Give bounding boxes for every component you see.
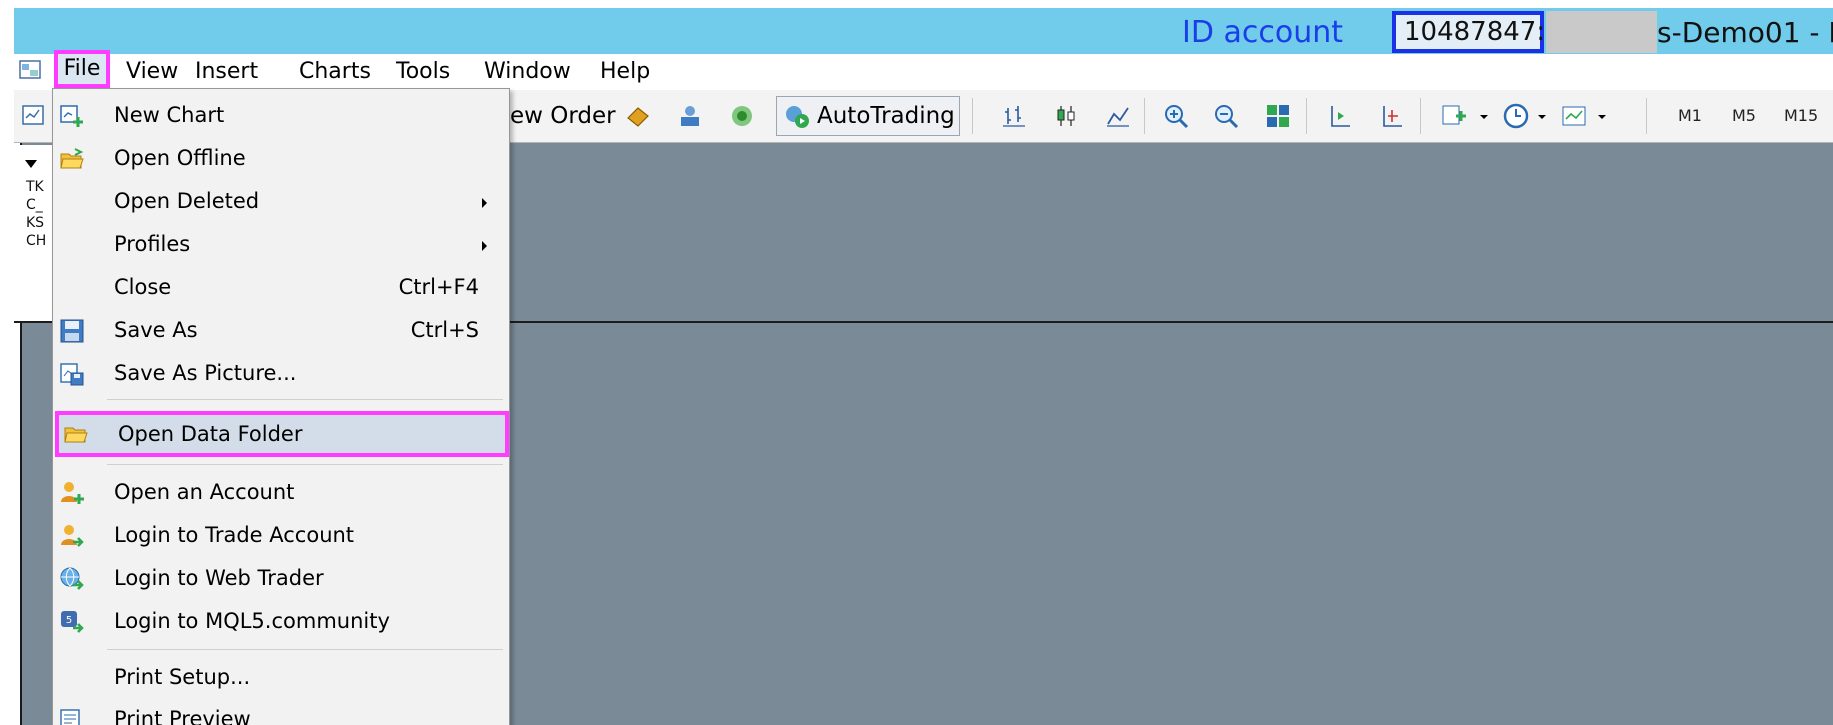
menu-help[interactable]: Help bbox=[600, 57, 650, 87]
mql5-icon: 5 bbox=[61, 611, 84, 633]
menu-item-label: Open Deleted bbox=[114, 189, 260, 213]
autotrading-button[interactable]: AutoTrading bbox=[776, 96, 960, 136]
timeframe-m1[interactable]: M1 bbox=[1678, 106, 1702, 125]
submenu-arrow-icon bbox=[482, 241, 487, 251]
user-login-icon bbox=[61, 525, 84, 547]
menu-item-label: Login to Web Trader bbox=[114, 566, 324, 590]
menu-item-label: Open Data Folder bbox=[118, 422, 303, 446]
folder-icon bbox=[64, 427, 88, 443]
save-picture-icon bbox=[60, 363, 84, 386]
chevron-down-icon[interactable] bbox=[1536, 102, 1548, 130]
chevron-down-icon[interactable] bbox=[1478, 102, 1490, 130]
menu-item-label: Open an Account bbox=[114, 480, 295, 504]
print-preview-icon bbox=[60, 709, 80, 725]
menu-item-shortcut: Ctrl+F4 bbox=[398, 275, 479, 299]
new-chart-icon bbox=[60, 105, 83, 127]
menu-separator bbox=[107, 399, 503, 400]
menu-tools[interactable]: Tools bbox=[396, 57, 450, 87]
menu-item-label: Close bbox=[114, 275, 172, 299]
globe-login-icon bbox=[60, 567, 84, 590]
menu-item-close[interactable]: Close Ctrl+F4 bbox=[53, 267, 509, 307]
zoom-in-icon[interactable] bbox=[1162, 102, 1190, 130]
menu-window[interactable]: Window bbox=[484, 57, 571, 87]
toolbar-separator bbox=[1144, 98, 1145, 134]
menu-charts[interactable]: Charts bbox=[299, 57, 371, 87]
signal-icon[interactable] bbox=[728, 102, 756, 130]
menu-separator bbox=[107, 464, 503, 465]
menu-item-login-trade-account[interactable]: Login to Trade Account bbox=[53, 515, 509, 555]
menu-item-label: Login to MQL5.community bbox=[114, 609, 390, 633]
new-order-button[interactable]: ew Order bbox=[510, 102, 616, 130]
svg-text:5: 5 bbox=[66, 615, 72, 626]
zoom-out-icon[interactable] bbox=[1212, 102, 1240, 130]
navigator-icon[interactable] bbox=[676, 102, 704, 130]
redacted-block bbox=[1546, 11, 1657, 53]
id-account-label: ID account bbox=[1182, 15, 1344, 50]
menu-item-label: Login to Trade Account bbox=[114, 523, 355, 547]
menu-item-shortcut: Ctrl+S bbox=[410, 318, 479, 342]
title-bar: ID account 10487847: s-Demo01 - De bbox=[14, 8, 1833, 54]
menu-item-new-chart[interactable]: New Chart bbox=[53, 95, 509, 135]
line-chart-icon[interactable] bbox=[1104, 102, 1132, 130]
market-watch-icon[interactable] bbox=[624, 102, 652, 130]
timeframe-m5[interactable]: M5 bbox=[1732, 106, 1756, 125]
menu-item-open-deleted[interactable]: Open Deleted bbox=[53, 181, 509, 221]
autotrading-label: AutoTrading bbox=[817, 103, 955, 129]
auto-scroll-icon[interactable] bbox=[1378, 102, 1406, 130]
menu-item-label: Open Offline bbox=[114, 146, 246, 170]
menu-item-label: Print Preview bbox=[114, 707, 251, 725]
menu-item-label: Save As Picture... bbox=[114, 361, 297, 385]
timeframe-m15[interactable]: M15 bbox=[1784, 106, 1818, 125]
app-window: ID account 10487847: s-Demo01 - De File … bbox=[0, 0, 1833, 725]
toolbar-separator bbox=[1306, 98, 1307, 134]
menu-item-login-mql5[interactable]: 5 Login to MQL5.community bbox=[53, 601, 509, 641]
menu-item-profiles[interactable]: Profiles bbox=[53, 224, 509, 264]
menu-item-label: New Chart bbox=[114, 103, 225, 127]
menu-bar: File View Insert Charts Tools Window Hel… bbox=[14, 50, 1833, 90]
menu-item-save-as-picture[interactable]: Save As Picture... bbox=[53, 353, 509, 393]
toolbar-separator bbox=[1420, 98, 1421, 134]
window-title: s-Demo01 - De bbox=[1657, 16, 1833, 49]
chart-symbol-line: TK bbox=[26, 179, 44, 195]
indicators-icon[interactable] bbox=[1440, 102, 1468, 130]
menu-item-print-preview[interactable]: Print Preview bbox=[53, 699, 509, 725]
templates-icon[interactable] bbox=[1560, 102, 1588, 130]
menu-item-open-data-folder[interactable]: Open Data Folder bbox=[55, 411, 509, 457]
menu-item-label: Save As bbox=[114, 318, 198, 342]
menu-item-save-as[interactable]: Save As Ctrl+S bbox=[53, 310, 509, 350]
toolbar-separator bbox=[1646, 98, 1647, 134]
menu-separator bbox=[107, 649, 503, 650]
account-number-box: 10487847: bbox=[1392, 11, 1545, 53]
chart-symbol-line: CH bbox=[26, 233, 47, 249]
collapse-arrow-icon[interactable] bbox=[24, 159, 38, 169]
bar-chart-icon[interactable] bbox=[1000, 102, 1028, 130]
candlestick-icon[interactable] bbox=[1052, 102, 1080, 130]
menu-view[interactable]: View bbox=[126, 57, 178, 87]
menu-item-open-account[interactable]: Open an Account bbox=[53, 472, 509, 512]
clock-icon[interactable] bbox=[1502, 102, 1530, 130]
open-folder-icon bbox=[60, 148, 84, 169]
floppy-disk-icon bbox=[60, 319, 84, 343]
new-chart-icon[interactable] bbox=[20, 102, 48, 130]
chart-symbol-line: KS bbox=[26, 215, 45, 231]
submenu-arrow-icon bbox=[482, 198, 487, 208]
menu-insert[interactable]: Insert bbox=[195, 57, 258, 87]
toolbar-separator bbox=[972, 98, 973, 134]
menu-item-open-offline[interactable]: Open Offline bbox=[53, 138, 509, 178]
menu-item-login-web-trader[interactable]: Login to Web Trader bbox=[53, 558, 509, 598]
user-add-icon bbox=[61, 482, 84, 504]
chevron-down-icon[interactable] bbox=[1596, 102, 1608, 130]
chart-shift-icon[interactable] bbox=[1326, 102, 1354, 130]
system-menu-icon[interactable] bbox=[18, 58, 42, 82]
autotrading-icon bbox=[786, 106, 809, 128]
menu-item-label: Profiles bbox=[114, 232, 191, 256]
file-menu-dropdown: New Chart Open Offline Open Deleted Prof… bbox=[52, 88, 510, 725]
menu-file[interactable]: File bbox=[54, 50, 110, 88]
tile-windows-icon[interactable] bbox=[1264, 102, 1292, 130]
chart-symbol-line: C_ bbox=[26, 197, 43, 213]
menu-item-label: Print Setup... bbox=[114, 665, 251, 689]
menu-item-print-setup[interactable]: Print Setup... bbox=[53, 657, 509, 697]
left-margin bbox=[0, 0, 14, 725]
